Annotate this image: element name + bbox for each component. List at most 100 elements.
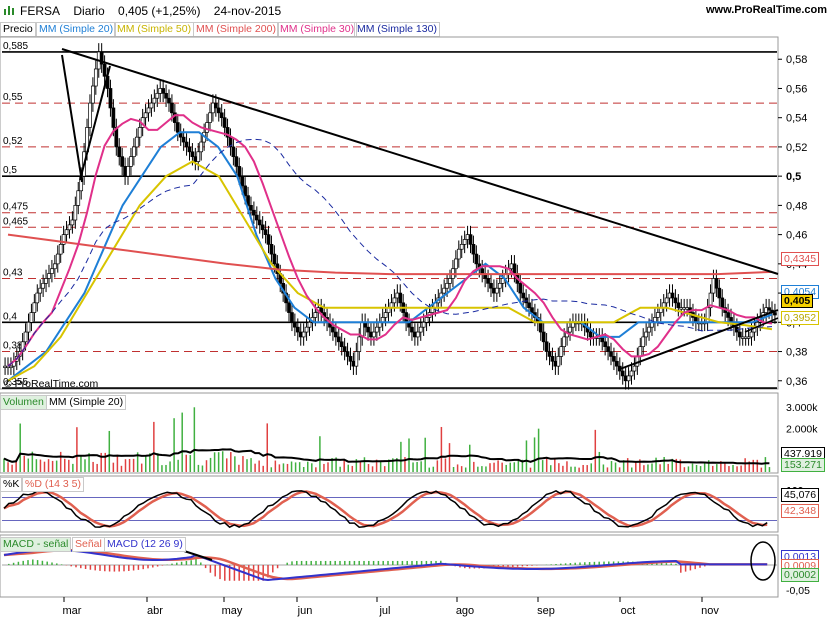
- volume-ma-label[interactable]: MM (Simple 20): [46, 395, 127, 410]
- price-bar: [213, 102, 218, 109]
- price-bar: [187, 146, 192, 153]
- price-bar: [670, 292, 675, 299]
- price-bar: [369, 331, 373, 338]
- macd-highlight-ellipse[interactable]: [750, 541, 776, 581]
- month-label: jun: [297, 605, 313, 617]
- price-bar: [749, 331, 754, 338]
- price-bar: [448, 278, 452, 284]
- price-bar: [196, 151, 201, 162]
- price-bar: [518, 282, 523, 294]
- price-bar: [655, 312, 660, 318]
- price-axis-tick: 0,52: [786, 142, 807, 154]
- stoch-d-value-box: 42,348: [781, 504, 820, 518]
- price-bar: [9, 365, 13, 369]
- stoch-d-label[interactable]: %D (14 3 5): [22, 477, 85, 492]
- price-bar: [287, 302, 291, 313]
- month-label: nov: [701, 605, 719, 617]
- price-bar: [664, 297, 669, 304]
- price-bar: [76, 190, 81, 206]
- price-left-label: 0,52: [3, 136, 23, 147]
- price-bar: [91, 85, 95, 104]
- price-bar: [129, 156, 133, 167]
- price-bar: [342, 346, 347, 352]
- price-bar: [568, 326, 572, 333]
- price-bar: [615, 360, 619, 367]
- chart-canvas[interactable]: 0,580,560,540,520,50,480,460,440,420,40,…: [0, 0, 835, 620]
- price-bar: [474, 253, 479, 265]
- price-axis: 0,580,560,540,520,50,480,460,440,420,40,…: [778, 54, 807, 388]
- price-bar: [456, 248, 461, 260]
- price-bar: [301, 331, 306, 338]
- macd-hist-label[interactable]: MACD - señal: [0, 537, 72, 552]
- price-bar: [345, 351, 350, 357]
- price-bar: [304, 326, 309, 333]
- price-bar: [647, 326, 651, 333]
- price-bar: [629, 370, 634, 377]
- price-bar: [234, 156, 239, 167]
- price-bar: [50, 268, 54, 274]
- price-bar: [41, 282, 45, 289]
- stoch-k-label[interactable]: %K: [0, 477, 23, 492]
- stoch-panel-frame: [0, 475, 779, 533]
- price-bar: [538, 321, 543, 333]
- price-bars: [3, 43, 777, 390]
- price-bar: [123, 166, 127, 177]
- month-axis: mar abr may jun jul ago sep oct nov: [63, 597, 719, 617]
- price-axis-tick: 0,54: [786, 113, 807, 125]
- price-left-label: 0,475: [3, 202, 28, 213]
- price-bar: [216, 107, 221, 114]
- mm50-value-box: 0,3952: [781, 311, 820, 325]
- price-bar: [383, 312, 388, 318]
- price-bar: [632, 365, 637, 372]
- price-bar: [623, 375, 628, 382]
- price-axis-tick: 0,56: [786, 83, 807, 95]
- price-bar: [184, 141, 189, 148]
- price-bar: [374, 326, 379, 333]
- macd-signal-label[interactable]: Señal: [72, 537, 105, 552]
- price-bar: [509, 263, 514, 270]
- trendline-resistance[interactable]: [61, 48, 779, 275]
- price-bar: [252, 209, 256, 216]
- price-bar: [52, 263, 57, 270]
- price-bar: [331, 326, 335, 333]
- price-bar: [743, 336, 748, 339]
- price-bar: [673, 297, 678, 304]
- month-label: mar: [63, 605, 82, 617]
- price-bar: [164, 92, 168, 99]
- price-bar: [219, 112, 224, 119]
- price-bar: [126, 166, 130, 177]
- price-bar: [682, 307, 687, 310]
- price-bar: [737, 331, 742, 338]
- last-price-box: 0,405: [781, 294, 814, 308]
- price-bar: [339, 341, 344, 348]
- price-bar: [714, 278, 719, 289]
- price-bar: [354, 351, 359, 367]
- price-left-label: 0,55: [3, 92, 23, 103]
- price-axis-tick: 0,48: [786, 200, 807, 212]
- trendline-drop[interactable]: [61, 54, 83, 183]
- month-label: oct: [621, 605, 636, 617]
- hist-value-box: 0,0002: [781, 568, 820, 582]
- macd-label[interactable]: MACD (12 26 9): [104, 537, 186, 552]
- price-bar: [497, 282, 502, 289]
- price-left-label: 0,43: [3, 267, 23, 278]
- price-bar: [32, 302, 37, 313]
- price-bar: [366, 326, 370, 333]
- price-bar: [266, 234, 271, 245]
- price-level-lines: [2, 51, 777, 389]
- price-bar: [588, 331, 593, 338]
- price-bar: [746, 336, 751, 339]
- month-label: jul: [378, 605, 390, 617]
- price-axis-tick: 0,58: [786, 54, 807, 66]
- volume-title[interactable]: Volumen: [0, 395, 47, 410]
- price-bar: [3, 365, 7, 369]
- price-bar: [612, 356, 616, 362]
- month-label: may: [222, 605, 243, 617]
- volume-axis-tick: 3.000k: [786, 402, 818, 414]
- price-left-label: 0,5: [3, 165, 17, 176]
- price-left-label: 0,465: [3, 216, 28, 227]
- price-bar: [102, 63, 107, 77]
- price-axis-tick: 0,36: [786, 376, 807, 388]
- price-bar: [442, 287, 447, 294]
- price-bar: [471, 244, 476, 255]
